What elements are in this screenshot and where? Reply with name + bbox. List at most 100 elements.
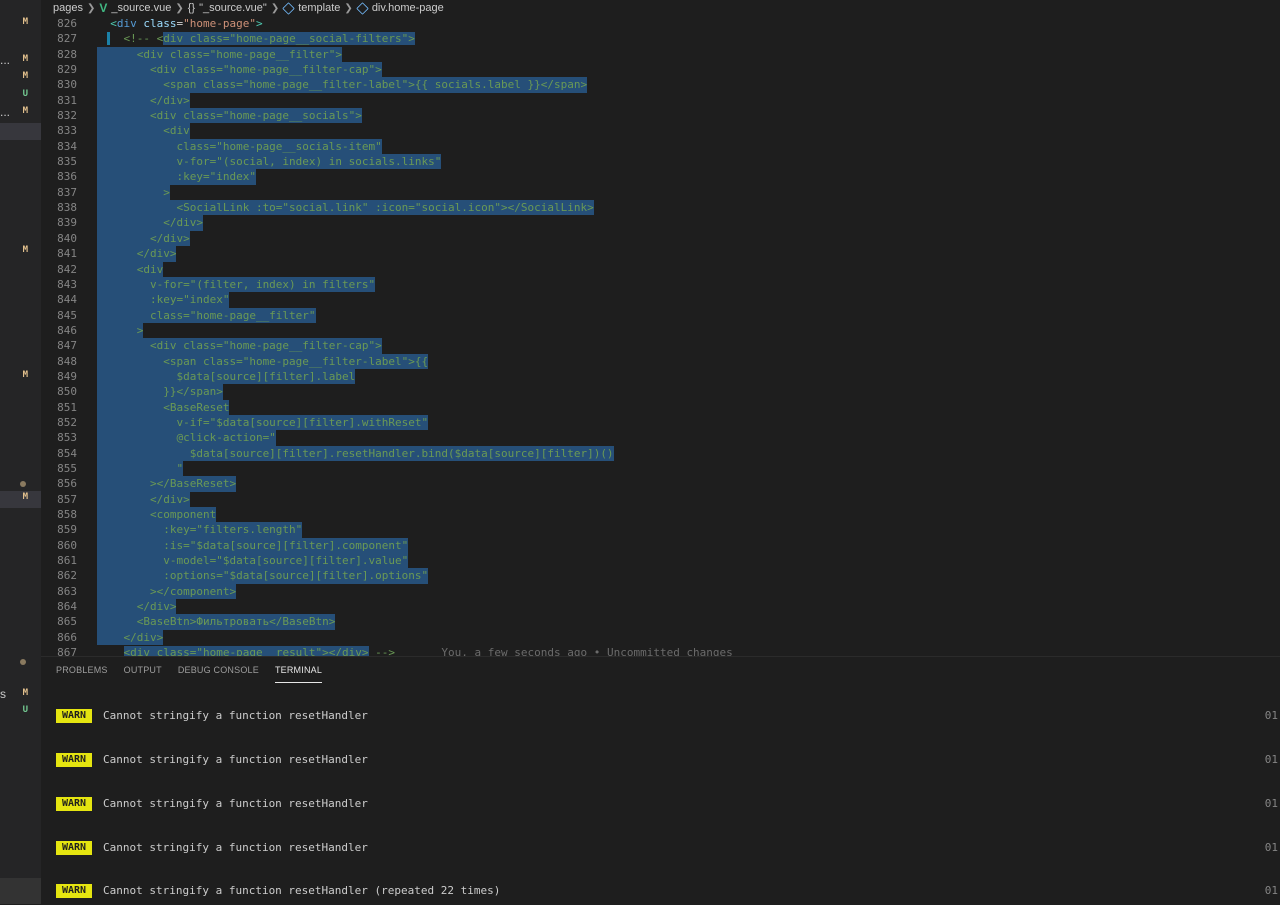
bottom-panel: PROBLEMS OUTPUT DEBUG CONSOLE TERMINAL WARN…: [41, 656, 1280, 905]
code-line[interactable]: 833 <div: [41, 123, 1280, 139]
tab-problems[interactable]: PROBLEMS: [56, 657, 108, 683]
code-text: v-model="$data[source][filter].value": [97, 553, 409, 569]
line-number: 846: [57, 323, 77, 337]
sidebar-active-row[interactable]: [0, 123, 41, 140]
code-text: $data[source][filter].label: [97, 368, 356, 385]
sidebar-file-item[interactable]: U: [0, 704, 41, 721]
sidebar-file-item[interactable]: ... M: [0, 53, 41, 70]
code-text: $data[source][filter].resetHandler.bind(…: [97, 445, 614, 461]
code-line[interactable]: 859 :key="filters.length": [41, 522, 1280, 538]
sidebar-footer: [0, 878, 41, 904]
code-line[interactable]: 853 @click-action=": [41, 430, 1280, 446]
code-text: </div>: [97, 92, 190, 109]
code-line[interactable]: 854 $data[source][filter].resetHandler.b…: [41, 445, 1280, 461]
code-text: class="home-page__filter": [97, 307, 316, 323]
sidebar-file-item[interactable]: M: [0, 369, 41, 386]
sidebar-file-item[interactable]: M: [0, 70, 41, 87]
git-status-badge: M: [22, 245, 28, 255]
line-number: 826: [57, 17, 77, 30]
code-line[interactable]: 829 <div class="home-page__filter-cap">: [41, 62, 1280, 78]
code-line[interactable]: 842 <div: [41, 261, 1280, 277]
code-line[interactable]: 858 <component: [41, 507, 1280, 523]
breadcrumb-element[interactable]: div.home-page: [372, 2, 444, 14]
sidebar-file-item[interactable]: ... M: [0, 105, 41, 122]
code-line[interactable]: 836 :key="index": [41, 169, 1280, 185]
code-text: <span class="home-page__filter-label">{{…: [97, 77, 588, 93]
code-line[interactable]: 864 </div>: [41, 599, 1280, 615]
code-line[interactable]: 863 ></component>: [41, 583, 1280, 600]
code-line[interactable]: 840 </div>: [41, 230, 1280, 247]
explorer-sidebar: M... M M U... M M M Ms M U: [0, 0, 41, 904]
code-text: <div class="home-page__filter-cap">: [97, 338, 382, 354]
breadcrumb-file[interactable]: _source.vue: [111, 2, 171, 14]
code-line[interactable]: 862 :options="$data[source][filter].opti…: [41, 568, 1280, 584]
breadcrumb-folder[interactable]: pages: [53, 2, 83, 14]
file-name-truncated: ...: [0, 105, 11, 119]
code-line[interactable]: 837 >: [41, 184, 1280, 201]
line-number: 867: [57, 646, 77, 656]
code-line[interactable]: 849 $data[source][filter].label: [41, 368, 1280, 385]
code-line[interactable]: 830 <span class="home-page__filter-label…: [41, 77, 1280, 93]
code-text: >: [97, 322, 144, 339]
code-editor[interactable]: 826 <div class="home-page"> 827 <!-- <div…: [41, 16, 1280, 656]
code-line[interactable]: 850 }}</span>: [41, 384, 1280, 400]
git-status-badge: U: [22, 705, 28, 715]
tab-output[interactable]: OUTPUT: [124, 657, 162, 683]
code-line[interactable]: 843 v-for="(filter, index) in filters": [41, 276, 1280, 293]
code-line[interactable]: 831 </div>: [41, 92, 1280, 109]
code-line[interactable]: 834 class="home-page__socials-item": [41, 138, 1280, 155]
code-line[interactable]: 861 v-model="$data[source][filter].value…: [41, 553, 1280, 569]
code-line[interactable]: 867 <div class="home-page__result"></div…: [41, 645, 1280, 656]
code-line[interactable]: 841 </div>: [41, 246, 1280, 262]
code-line[interactable]: 848 <span class="home-page__filter-label…: [41, 353, 1280, 369]
sidebar-file-item[interactable]: M: [0, 16, 41, 33]
code-line[interactable]: 826 <div class="home-page">: [41, 16, 1280, 31]
code-line[interactable]: 851 <BaseReset: [41, 399, 1280, 415]
code-line[interactable]: 846 >: [41, 322, 1280, 339]
terminal-line: WARN Cannot stringify a function resetHan…: [56, 796, 1278, 812]
code-text: >: [97, 184, 170, 201]
warn-badge: WARN: [56, 884, 93, 898]
line-number: 862: [57, 569, 77, 583]
code-text: <div class="home-page__result"></div> --…: [97, 645, 733, 656]
code-line[interactable]: 845 class="home-page__filter": [41, 307, 1280, 323]
code-text: :key="index": [97, 292, 230, 308]
git-status-badge: M: [22, 492, 28, 502]
code-line[interactable]: 832 <div class="home-page__socials">: [41, 108, 1280, 124]
code-line[interactable]: 866 </div>: [41, 629, 1280, 646]
code-text: v-if="$data[source][filter].withReset": [97, 414, 429, 431]
tab-debug-console[interactable]: DEBUG CONSOLE: [178, 657, 259, 683]
git-status-badge: M: [22, 17, 28, 27]
code-line[interactable]: 860 :is="$data[source][filter].component…: [41, 537, 1280, 554]
code-line[interactable]: 865 <BaseBtn>Фильтровать</BaseBtn>: [41, 614, 1280, 630]
line-number: 840: [57, 231, 77, 245]
code-line[interactable]: 857 </div>: [41, 491, 1280, 507]
code-line[interactable]: 856 ></BaseReset>: [41, 476, 1280, 492]
code-line[interactable]: 852 v-if="$data[source][filter].withRese…: [41, 414, 1280, 431]
line-number: 847: [57, 339, 77, 353]
chevron-right-icon: ❯: [344, 2, 353, 14]
terminal-line: WARN Cannot stringify a function resetHan…: [56, 752, 1278, 768]
panel-tabs: PROBLEMS OUTPUT DEBUG CONSOLE TERMINAL: [56, 657, 323, 683]
line-number: 842: [57, 262, 77, 276]
code-line[interactable]: 839 </div>: [41, 215, 1280, 231]
breadcrumb-symbol-file[interactable]: "_source.vue": [199, 2, 267, 14]
sidebar-file-item[interactable]: sM: [0, 687, 41, 704]
breadcrumb-template[interactable]: template: [298, 2, 340, 14]
line-number: 837: [57, 185, 77, 199]
code-line[interactable]: 847 <div class="home-page__filter-cap">: [41, 338, 1280, 354]
code-line[interactable]: 844 :key="index": [41, 292, 1280, 308]
tab-terminal[interactable]: TERMINAL: [274, 657, 323, 683]
line-number: 833: [57, 124, 77, 138]
sidebar-file-item[interactable]: U: [0, 88, 41, 105]
sidebar-file-item[interactable]: M: [0, 491, 41, 508]
code-line[interactable]: 828 <div class="home-page__filter">: [41, 46, 1280, 63]
code-line[interactable]: 835 v-for="(social, index) in socials.li…: [41, 154, 1280, 170]
sidebar-file-item[interactable]: M: [0, 244, 41, 261]
code-line[interactable]: 838 <SocialLink :to="social.link" :icon=…: [41, 200, 1280, 216]
code-line[interactable]: 827 <!-- <div class="home-page__social-f…: [41, 31, 1280, 46]
breadcrumb: pages ❯ V _source.vue ❯ {} "_source.vue"…: [41, 0, 1280, 16]
terminal-line: WARN Cannot stringify a function resetHan…: [56, 840, 1278, 856]
line-number: 858: [57, 508, 77, 521]
code-line[interactable]: 855 ": [41, 460, 1280, 477]
